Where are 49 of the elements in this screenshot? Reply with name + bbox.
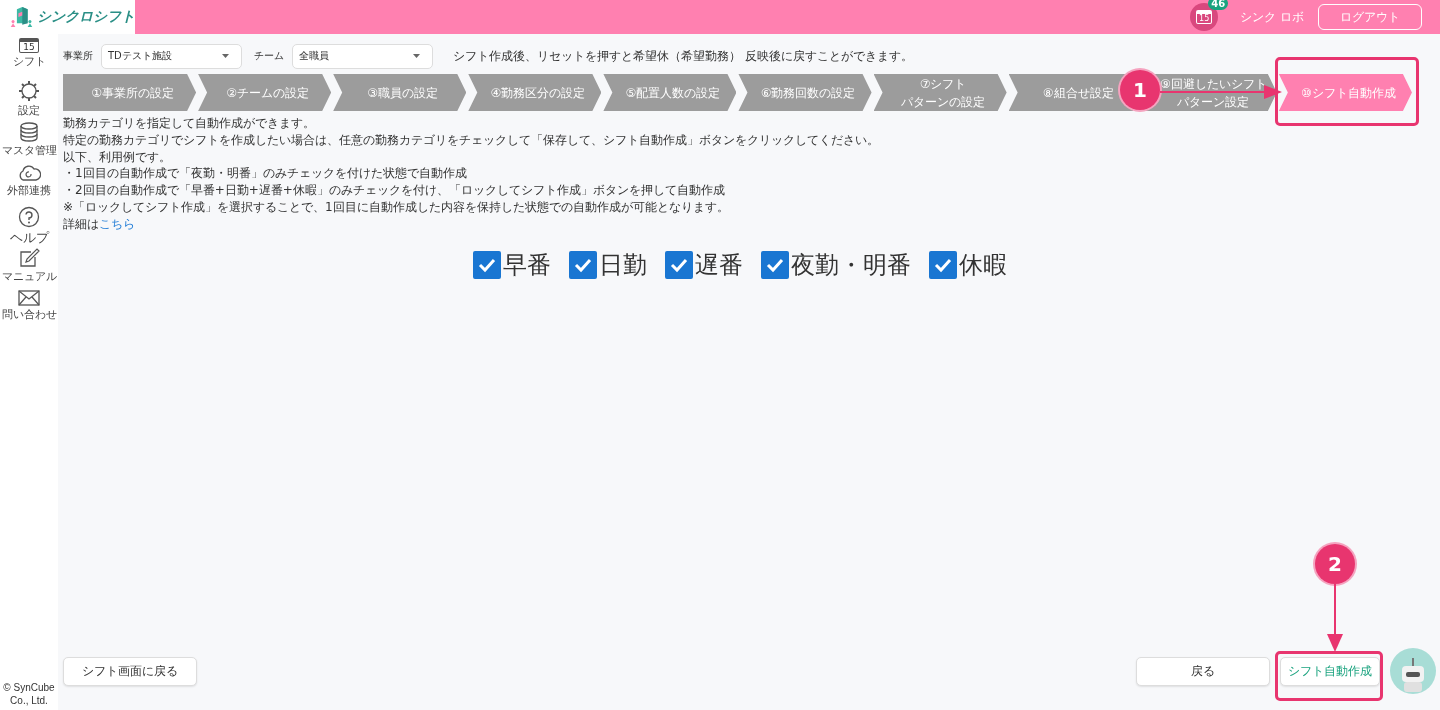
sidebar-item[interactable]: マスタ管理: [1, 122, 57, 164]
back-to-shift-button[interactable]: シフト画面に戻る: [63, 656, 197, 686]
callout-tooltip: 2: [1315, 544, 1355, 584]
logo-text: シンクロシフト: [37, 8, 135, 26]
user-name: シンク ロボ: [1240, 8, 1304, 26]
category-checkbox[interactable]: 夜勤・明番: [760, 248, 911, 281]
settings-icon: [18, 80, 40, 102]
category-checkbox[interactable]: 早番: [472, 248, 551, 281]
category-checkbox[interactable]: 休暇: [928, 248, 1007, 281]
checkbox[interactable]: [568, 250, 597, 279]
sidebar-item[interactable]: マニュアル: [1, 248, 57, 290]
description-text: ※「ロックしてシフト作成」を選択することで、1回目に自動作成した内容を保持した状態での自動作成が可能となります。: [63, 199, 730, 216]
callout-tooltip: 1: [1120, 70, 1160, 110]
robot-avatar-icon[interactable]: [1390, 648, 1436, 694]
copyright-text: © SynCube Co., Ltd.: [2, 681, 56, 708]
calendar-icon: 15: [19, 38, 39, 53]
filter-select[interactable]: TDテスト施設: [101, 43, 242, 69]
details-link[interactable]: こちら: [99, 216, 135, 231]
description-text: ・2回目の自動作成で「早番+日勤+遅番+休暇」のみチェックを付け、「ロックしてシフト作成」ボタンを押して自動作成: [63, 182, 726, 199]
sidebar-item[interactable]: 問い合わせ: [1, 290, 57, 332]
description-text: 勤務カテゴリを指定して自動作成ができます。: [63, 115, 316, 132]
filter-label: チーム: [254, 49, 284, 63]
category-checkbox[interactable]: 日勤: [568, 248, 647, 281]
sidebar-item[interactable]: ヘルプ: [9, 206, 49, 248]
back-button[interactable]: 戻る: [1136, 656, 1270, 686]
sidebar-item[interactable]: 外部連携: [7, 164, 51, 206]
mail-icon: [18, 290, 40, 306]
checkbox[interactable]: [760, 250, 789, 279]
sidebar-item[interactable]: 設定: [18, 80, 40, 122]
edit-icon: [18, 248, 40, 268]
notice-text: シフト作成後、リセットを押すと希望休（希望勤務） 反映後に戻すことができます。: [453, 48, 913, 64]
checkbox[interactable]: [472, 250, 501, 279]
checkbox[interactable]: [928, 250, 957, 279]
callout-arrow: [1327, 584, 1343, 652]
filter-label: 事業所: [63, 49, 93, 63]
category-checkbox[interactable]: 遅番: [664, 248, 743, 281]
description-text: ・1回目の自動作成で「夜勤・明番」のみチェックを付けた状態で自動作成: [63, 165, 468, 183]
help-icon: [18, 206, 40, 228]
description-text: 以下、利用例です。: [63, 148, 172, 166]
dropdown-caret-icon: [413, 54, 420, 58]
sidebar-item[interactable]: 15 シフト: [12, 38, 46, 80]
checkbox[interactable]: [664, 250, 693, 279]
filter-select[interactable]: 全職員: [292, 43, 433, 69]
description-text: 特定の勤務カテゴリでシフトを作成したい場合は、任意の勤務カテゴリをチェックして「保存して、シフト自動作成」ボタンをクリックしてください。: [63, 131, 880, 149]
details-text: 詳細は: [63, 216, 99, 231]
notification-badge: 46: [1208, 0, 1229, 10]
cloud-sync-icon: [17, 164, 41, 182]
dropdown-caret-icon: [222, 54, 229, 58]
database-icon: [19, 122, 39, 142]
